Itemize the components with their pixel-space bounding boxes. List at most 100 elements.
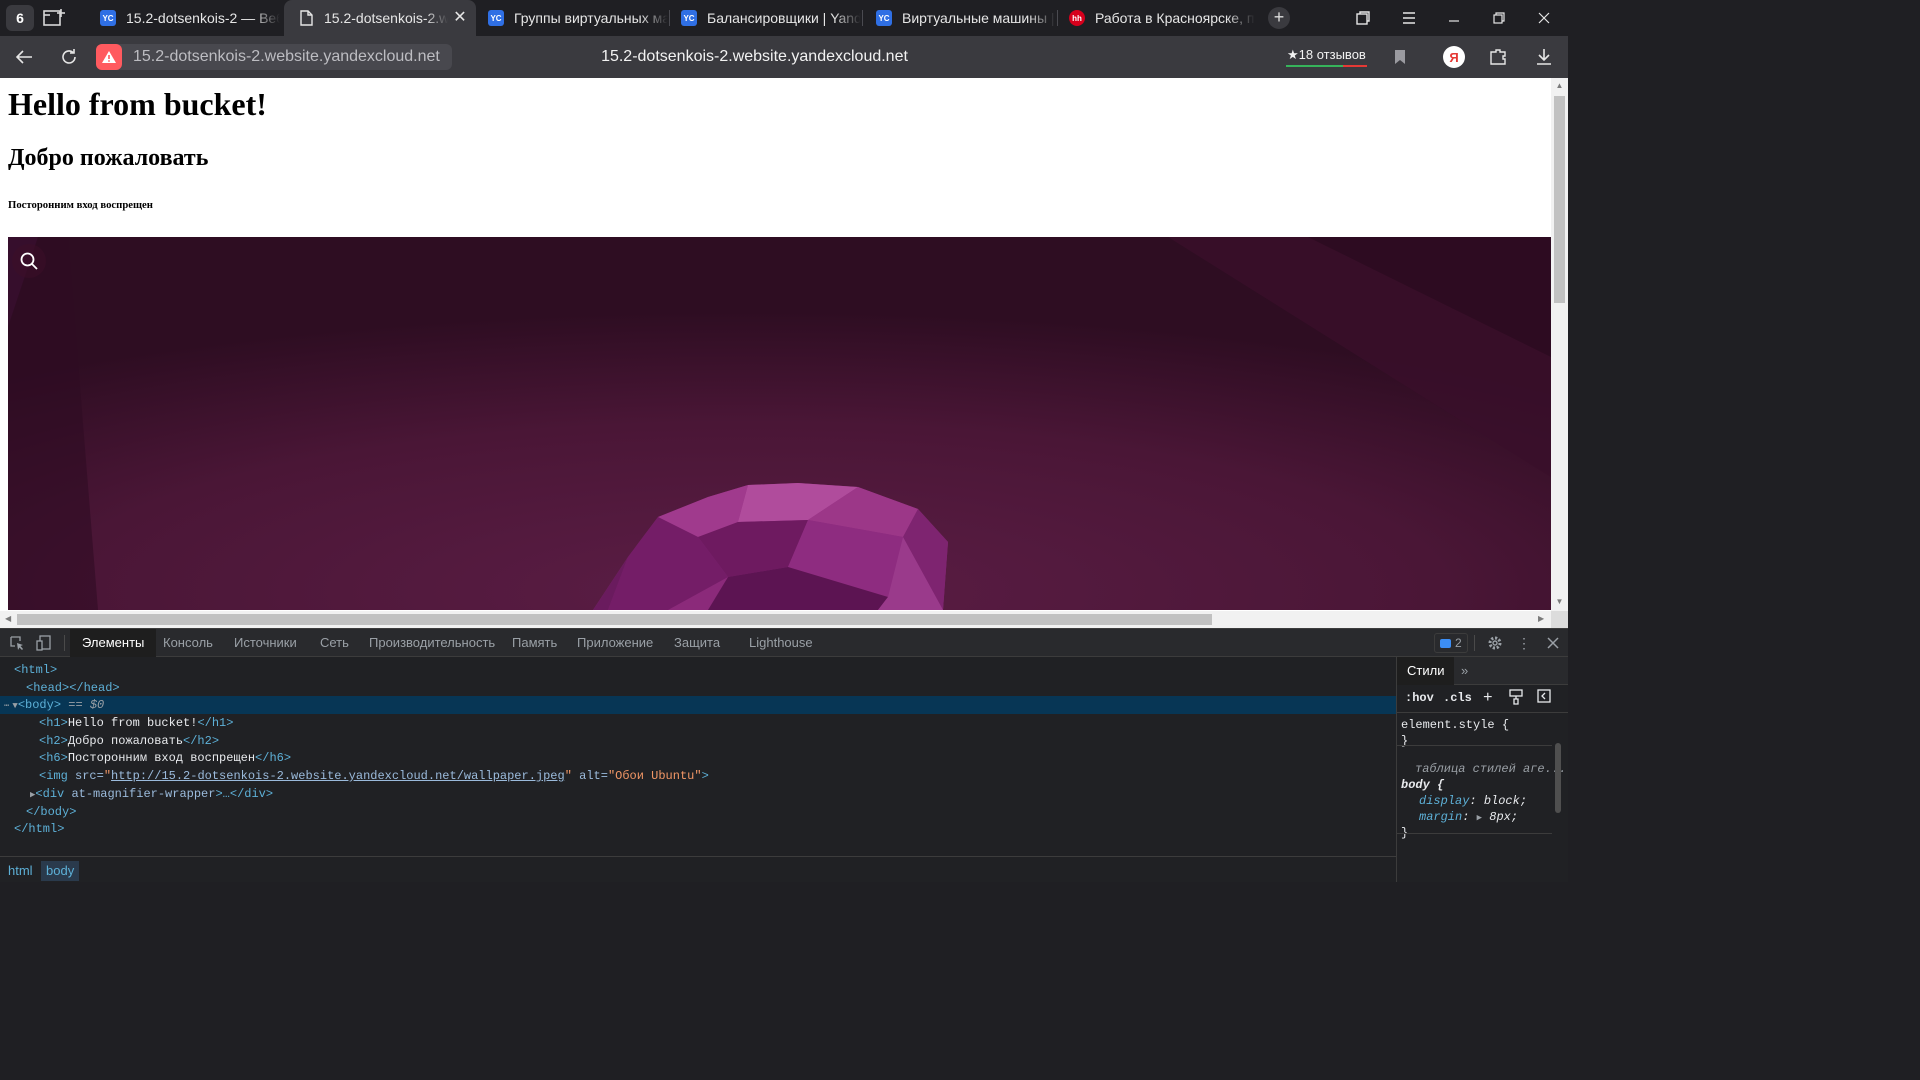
bookmark-icon[interactable] xyxy=(1388,45,1412,69)
tab-title: 15.2-dotsenkois-2.website.yandexcloud.ne… xyxy=(324,10,448,26)
restore-icon[interactable] xyxy=(1487,6,1511,30)
dom-node-h2[interactable]: <h2>Добро пожаловать</h2> xyxy=(0,732,1396,750)
horizontal-scrollbar[interactable]: ◀ ▶ xyxy=(0,611,1551,628)
margin-property[interactable]: margin xyxy=(1419,810,1462,824)
tab-0[interactable]: YC 15.2-dotsenkois-2 — Веб xyxy=(90,0,280,36)
devtools-tab-security[interactable]: Защита xyxy=(662,629,732,657)
styles-scroll-thumb[interactable] xyxy=(1555,743,1561,813)
devtools-panel: Элементы Консоль Источники Сеть Производ… xyxy=(0,628,1568,882)
yandex-cloud-favicon-icon: YC xyxy=(488,10,504,26)
devtools-tab-application[interactable]: Приложение xyxy=(565,629,665,657)
dom-node-div[interactable]: ▶<div at-magnifier-wrapper>…</div> xyxy=(0,785,1396,803)
breadcrumb-body[interactable]: body xyxy=(41,861,80,881)
rule-close-brace: } xyxy=(1401,734,1409,748)
vertical-scrollbar[interactable]: ▲ ▼ xyxy=(1551,78,1568,611)
tab-count-button[interactable]: 6 xyxy=(6,5,34,31)
devtools-tab-performance[interactable]: Производительность xyxy=(357,629,507,657)
tab-5[interactable]: hh Работа в Красноярске, п xyxy=(1059,0,1255,36)
dom-node-html-close[interactable]: </html> xyxy=(0,820,1396,838)
ellipsis-icon[interactable]: ⋯ xyxy=(0,701,9,711)
extensions-puzzle-icon[interactable] xyxy=(1486,45,1510,69)
tab-separator xyxy=(1057,10,1058,26)
issues-counter-button[interactable]: 2 xyxy=(1434,633,1468,653)
minimize-icon[interactable] xyxy=(1442,6,1466,30)
devtools-tab-network[interactable]: Сеть xyxy=(308,629,361,657)
body-selector[interactable]: body { xyxy=(1401,777,1566,793)
breadcrumb-html[interactable]: html xyxy=(8,863,33,878)
scroll-down-arrow-icon[interactable]: ▼ xyxy=(1554,597,1565,606)
magnifier-search-icon[interactable] xyxy=(12,244,46,278)
inspect-element-icon[interactable] xyxy=(8,634,26,652)
scroll-up-arrow-icon[interactable]: ▲ xyxy=(1554,81,1565,90)
horizontal-scroll-thumb[interactable] xyxy=(17,614,1212,625)
wallpaper-artwork xyxy=(8,237,1551,610)
tab-title: Группы виртуальных машин xyxy=(514,10,668,26)
display-value[interactable]: block; xyxy=(1484,794,1527,808)
dom-node-body-close[interactable]: </body> xyxy=(0,803,1396,821)
issues-chat-icon xyxy=(1440,638,1451,648)
devtools-tab-elements[interactable]: Элементы xyxy=(70,629,157,657)
tab-2[interactable]: YC Группы виртуальных машин xyxy=(478,0,668,36)
yandex-account-icon[interactable]: Я xyxy=(1443,46,1465,68)
scroll-left-arrow-icon[interactable]: ◀ xyxy=(5,614,11,623)
close-window-icon[interactable] xyxy=(1532,6,1556,30)
tab-separator xyxy=(862,10,863,26)
styles-pane: Стили » :hov .cls + element.style { } та… xyxy=(1396,657,1568,882)
more-tabs-chevron-icon[interactable]: » xyxy=(1461,663,1468,678)
dom-node-html[interactable]: <html> xyxy=(0,661,1396,679)
devtools-tab-memory[interactable]: Память xyxy=(500,629,569,657)
user-agent-stylesheet-label: таблица стилей аге... xyxy=(1415,762,1567,776)
element-style-rule[interactable]: element.style { xyxy=(1401,717,1566,733)
collapse-triangle-icon[interactable]: ▶ xyxy=(0,790,35,800)
new-style-rule-plus-icon[interactable]: + xyxy=(1483,689,1493,707)
styles-tab[interactable]: Стили xyxy=(1397,657,1455,685)
dom-node-body-selected[interactable]: ⋯ ▼<body> == $0 xyxy=(0,696,1396,714)
page-heading-h1: Hello from bucket! xyxy=(8,86,267,122)
device-toolbar-icon[interactable] xyxy=(35,634,53,652)
dom-node-img[interactable]: <img src="http://15.2-dotsenkois-2.websi… xyxy=(0,767,1396,785)
ubuntu-wallpaper-image xyxy=(8,237,1551,610)
tab-title: Виртуальные машины | Yandex xyxy=(902,10,1056,26)
toggle-sidebar-icon[interactable] xyxy=(1537,689,1551,707)
toolbar-divider xyxy=(1474,635,1475,651)
tab-groups-icon[interactable] xyxy=(40,6,68,30)
rule-divider xyxy=(1397,745,1552,746)
tab-3[interactable]: YC Балансировщики | Yandex xyxy=(671,0,861,36)
tab-close-icon[interactable]: ✕ xyxy=(452,10,468,26)
tab-title: 15.2-dotsenkois-2 — Веб xyxy=(126,10,280,26)
tab-1-active[interactable]: 15.2-dotsenkois-2.website.yandexcloud.ne… xyxy=(284,0,476,36)
devtools-tab-lighthouse[interactable]: Lighthouse xyxy=(737,629,825,657)
dom-node-h1[interactable]: <h1>Hello from bucket!</h1> xyxy=(0,714,1396,732)
expand-triangle-icon[interactable]: ▼ xyxy=(9,701,17,711)
devtools-tab-console[interactable]: Консоль xyxy=(151,629,225,657)
new-tab-plus-icon[interactable]: + xyxy=(1268,7,1290,29)
scroll-right-arrow-icon[interactable]: ▶ xyxy=(1538,614,1544,623)
styles-tab-bar: Стили » xyxy=(1397,657,1568,685)
yandex-cloud-favicon-icon: YC xyxy=(100,10,116,26)
settings-gear-icon[interactable] xyxy=(1486,634,1504,652)
more-options-kebab-icon[interactable]: ⋮ xyxy=(1515,634,1533,652)
close-devtools-icon[interactable] xyxy=(1544,634,1562,652)
cls-toggle[interactable]: .cls xyxy=(1443,691,1472,705)
dom-node-h6[interactable]: <h6>Посторонним вход воспрещен</h6> xyxy=(0,749,1396,767)
tab-title: Работа в Красноярске, п xyxy=(1095,10,1255,26)
dom-node-head[interactable]: <head></head> xyxy=(0,679,1396,697)
img-src-link[interactable]: http://15.2-dotsenkois-2.website.yandexc… xyxy=(111,769,565,783)
collections-icon[interactable] xyxy=(1351,6,1375,30)
display-property[interactable]: display xyxy=(1419,794,1469,808)
download-icon[interactable] xyxy=(1532,45,1556,69)
hov-toggle[interactable]: :hov xyxy=(1405,691,1434,705)
tab-title: Балансировщики | Yandex xyxy=(707,10,861,26)
rule-divider xyxy=(1397,833,1552,834)
margin-value[interactable]: 8px; xyxy=(1489,810,1518,824)
scroll-corner xyxy=(1551,611,1568,628)
yandex-cloud-favicon-icon: YC xyxy=(681,10,697,26)
reviews-badge[interactable]: ★18 отзывов xyxy=(1286,47,1367,67)
vertical-scroll-thumb[interactable] xyxy=(1554,96,1565,303)
paint-brush-icon[interactable] xyxy=(1509,689,1523,709)
page-viewport: Hello from bucket! Добро пожаловать Пост… xyxy=(0,78,1568,628)
styles-scrollbar[interactable] xyxy=(1553,717,1563,847)
tab-4[interactable]: YC Виртуальные машины | Yandex xyxy=(866,0,1056,36)
devtools-tab-sources[interactable]: Источники xyxy=(222,629,309,657)
menu-hamburger-icon[interactable] xyxy=(1397,6,1421,30)
